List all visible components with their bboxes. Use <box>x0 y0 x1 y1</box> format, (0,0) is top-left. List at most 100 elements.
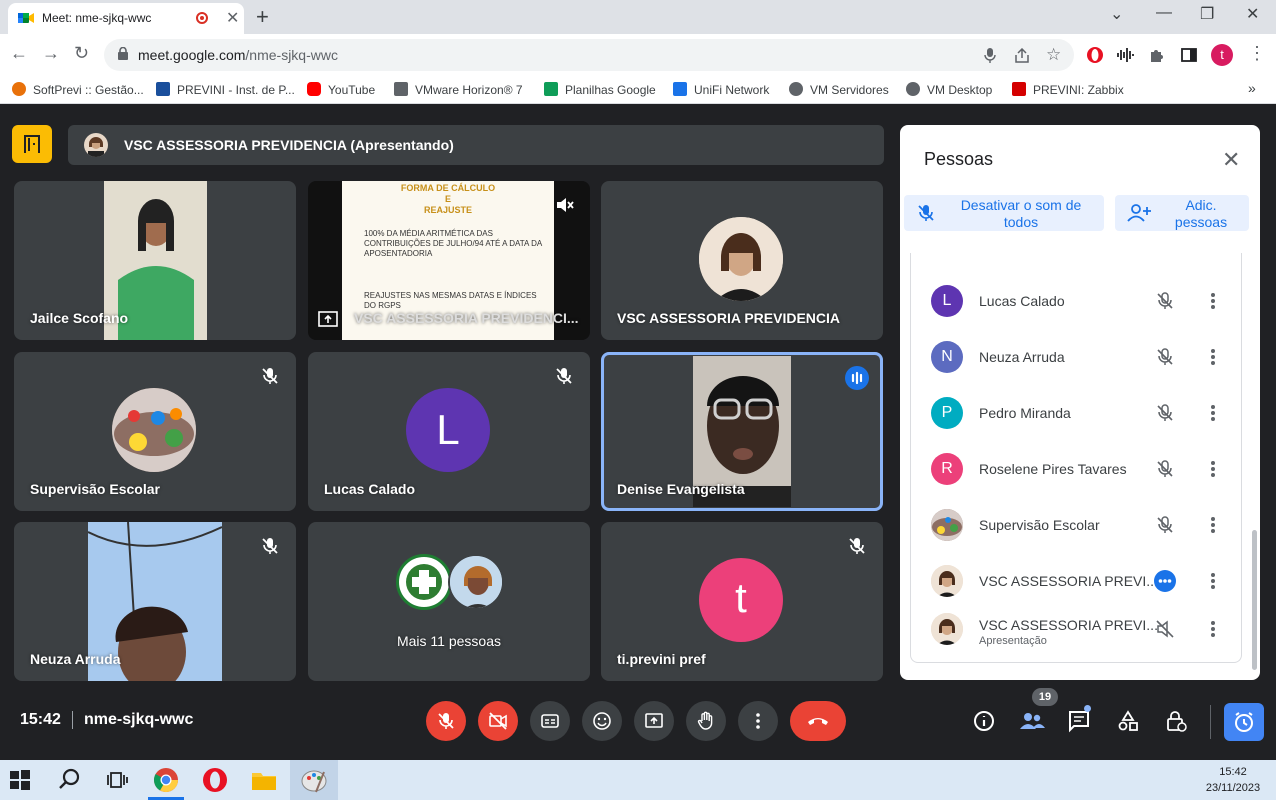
more-options-icon[interactable] <box>1209 515 1217 535</box>
captions-button[interactable] <box>530 701 570 741</box>
windows-start-icon[interactable] <box>8 768 32 792</box>
task-view-icon[interactable] <box>104 766 132 794</box>
lock-icon[interactable] <box>118 47 128 60</box>
layout-button[interactable] <box>12 125 52 163</box>
participant-tile-neuza[interactable]: Neuza Arruda <box>14 522 296 681</box>
list-item[interactable]: L Lucas Calado <box>911 273 1243 329</box>
side-panel-icon[interactable] <box>1180 46 1198 64</box>
more-options-icon[interactable] <box>1209 571 1217 591</box>
more-options-icon[interactable] <box>1209 459 1217 479</box>
participant-tile-jailce[interactable]: Jailce Scofano <box>14 181 296 340</box>
people-icon[interactable] <box>1019 709 1045 733</box>
add-people-button[interactable]: Adic. pessoas <box>1115 195 1249 231</box>
vmware-icon <box>394 82 408 96</box>
search-icon[interactable] <box>56 766 84 794</box>
cipa-avatar <box>396 554 452 610</box>
raise-hand-button[interactable] <box>686 701 726 741</box>
activities-icon[interactable] <box>1116 709 1140 733</box>
list-item[interactable]: VSC ASSESSORIA PREVI... Apresentação <box>911 601 1243 657</box>
person-name: VSC ASSESSORIA PREVI... <box>979 617 1158 633</box>
close-panel-icon[interactable]: ✕ <box>1222 147 1240 173</box>
participant-tile-denise[interactable]: Denise Evangelista <box>601 352 883 511</box>
microphone-icon[interactable] <box>984 48 996 63</box>
back-arrow-icon[interactable]: ← <box>10 43 28 64</box>
info-icon[interactable] <box>972 709 996 733</box>
participant-tile-vsc[interactable]: VSC ASSESSORIA PREVIDENCIA <box>601 181 883 340</box>
list-item[interactable]: P Pedro Miranda <box>911 385 1243 441</box>
panel-scrollbar[interactable] <box>1252 530 1257 670</box>
more-options-icon[interactable] <box>1209 291 1217 311</box>
more-options-icon[interactable] <box>1209 619 1217 639</box>
profile-avatar[interactable]: t <box>1211 44 1233 66</box>
minimize-button[interactable]: — <box>1156 4 1172 22</box>
browser-tab[interactable]: Meet: nme-sjkq-wwc ✕ <box>8 3 244 34</box>
chrome-menu-icon[interactable]: ⋮ <box>1248 43 1266 64</box>
bookmark-zabbix[interactable]: PREVINI: Zabbix <box>1012 82 1124 97</box>
bookmark-vm-desktop[interactable]: VM Desktop <box>906 82 992 97</box>
leave-call-button[interactable] <box>790 701 846 741</box>
more-options-icon[interactable] <box>1209 403 1217 423</box>
chrome-taskbar-icon[interactable] <box>152 766 180 794</box>
alarm-extension-button[interactable] <box>1224 703 1264 741</box>
address-bar[interactable]: meet.google.com/nme-sjkq-wwc ☆ <box>104 39 1074 71</box>
more-options-button[interactable] <box>738 701 778 741</box>
reactions-button[interactable] <box>582 701 622 741</box>
file-explorer-icon[interactable] <box>250 766 278 794</box>
muted-mic-icon[interactable] <box>1155 403 1175 423</box>
bookmark-previni[interactable]: PREVINI - Inst. de P... <box>156 82 295 97</box>
participant-tile-supervisao[interactable]: Supervisão Escolar <box>14 352 296 511</box>
participant-avatar <box>699 217 783 301</box>
new-tab-button[interactable]: + <box>256 4 269 30</box>
mute-all-label: Desativar o som de todos <box>960 197 1082 230</box>
opera-taskbar-icon[interactable] <box>201 766 229 794</box>
list-item[interactable]: R Roselene Pires Tavares <box>911 441 1243 497</box>
list-item[interactable]: N Neuza Arruda <box>911 329 1243 385</box>
microphone-toggle-button[interactable] <box>426 701 466 741</box>
participant-name: VSC ASSESSORIA PREVIDENCI... <box>354 310 579 326</box>
chat-icon[interactable] <box>1067 709 1091 733</box>
muted-mic-icon[interactable] <box>1155 459 1175 479</box>
bookmark-planilhas[interactable]: Planilhas Google <box>544 82 656 97</box>
meet-area: VSC ASSESSORIA PREVIDENCIA (Apresentando… <box>0 105 1276 760</box>
add-people-label: Adic. pessoas <box>1174 197 1228 230</box>
system-clock[interactable]: 15:42 23/11/2023 <box>1198 764 1268 796</box>
extensions-puzzle-icon[interactable] <box>1148 46 1166 64</box>
restore-button[interactable]: ❐ <box>1200 4 1214 24</box>
participant-avatar <box>448 554 504 610</box>
host-controls-icon[interactable] <box>1164 709 1188 733</box>
tab-close-icon[interactable]: ✕ <box>226 8 239 28</box>
presentation-tile[interactable]: FORMA DE CÁLCULO E REAJUSTE 100% DA MÉDI… <box>308 181 590 340</box>
more-participants-tile[interactable]: Mais 11 pessoas <box>308 522 590 681</box>
youtube-icon <box>307 82 321 96</box>
paint-taskbar-icon[interactable] <box>300 766 328 794</box>
bookmark-star-icon[interactable]: ☆ <box>1046 45 1061 65</box>
participant-avatar: L <box>406 388 490 472</box>
bookmark-vmware[interactable]: VMware Horizon® 7 <box>394 82 523 97</box>
camera-toggle-button[interactable] <box>478 701 518 741</box>
bookmark-vm-servidores[interactable]: VM Servidores <box>789 82 889 97</box>
muted-mic-icon[interactable] <box>1155 291 1175 311</box>
muted-speaker-icon[interactable] <box>1155 619 1175 639</box>
audio-extension-icon[interactable] <box>1116 46 1134 64</box>
share-icon[interactable] <box>1014 48 1030 63</box>
mute-all-button[interactable]: Desativar o som de todos <box>904 195 1104 231</box>
more-options-icon[interactable] <box>1209 347 1217 367</box>
muted-mic-icon[interactable] <box>1155 515 1175 535</box>
participant-tile-lucas[interactable]: L Lucas Calado <box>308 352 590 511</box>
bookmark-youtube[interactable]: YouTube <box>307 82 375 97</box>
list-item[interactable]: Supervisão Escolar <box>911 497 1243 553</box>
window-close-button[interactable]: ✕ <box>1246 4 1259 24</box>
bookmark-softprevi[interactable]: SoftPrevi :: Gestão... <box>12 82 144 97</box>
opera-extension-icon[interactable] <box>1086 46 1104 64</box>
muted-mic-icon[interactable] <box>1155 347 1175 367</box>
present-screen-button[interactable] <box>634 701 674 741</box>
participant-tile-tiprevini[interactable]: t ti.previni pref <box>601 522 883 681</box>
door-icon <box>24 135 40 153</box>
person-subtitle: Apresentação <box>979 635 1047 647</box>
bookmarks-overflow-icon[interactable]: » <box>1248 80 1256 96</box>
presenter-avatar <box>84 133 108 157</box>
reload-icon[interactable]: ↻ <box>74 43 89 64</box>
forward-arrow-icon[interactable]: → <box>42 43 60 64</box>
bookmark-unifi[interactable]: UniFi Network <box>673 82 769 97</box>
tab-search-icon[interactable]: ⌄ <box>1110 4 1123 24</box>
